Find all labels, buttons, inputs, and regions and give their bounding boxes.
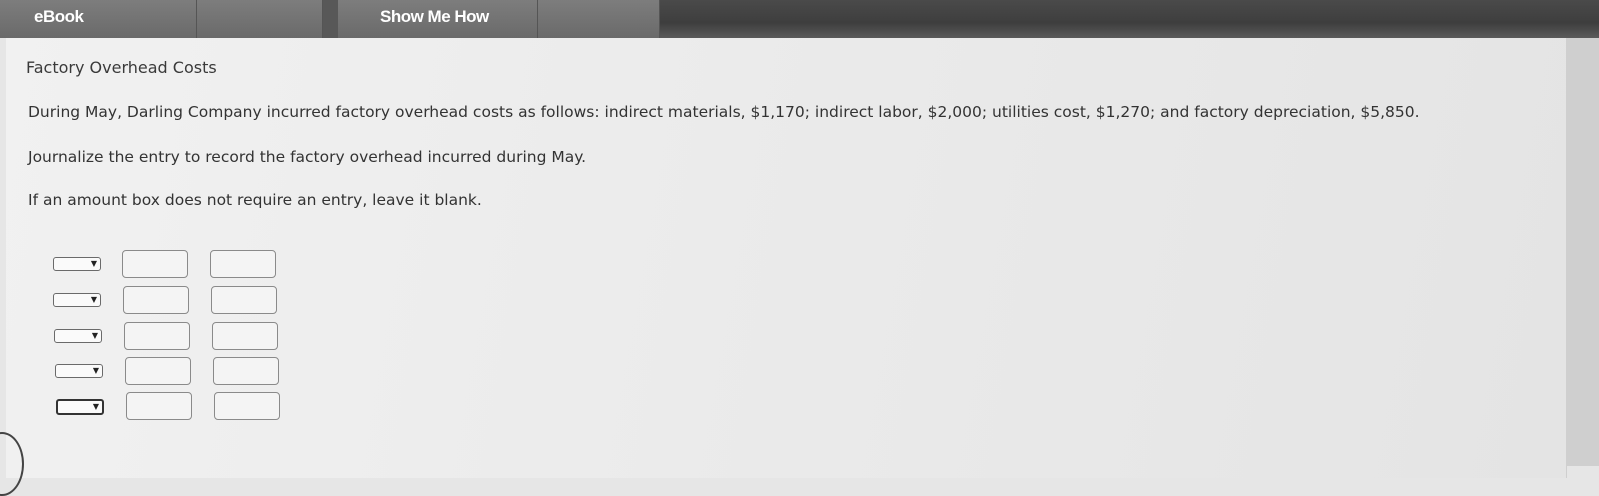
caret-down-icon: ▼ bbox=[92, 402, 99, 411]
credit-input[interactable] bbox=[211, 286, 277, 314]
credit-input[interactable] bbox=[210, 250, 276, 278]
caret-down-icon: ▼ bbox=[92, 366, 99, 375]
tab-divider bbox=[323, 0, 338, 38]
problem-instruction: Journalize the entry to record the facto… bbox=[28, 148, 587, 166]
debit-input[interactable] bbox=[124, 322, 190, 350]
problem-statement: During May, Darling Company incurred fac… bbox=[28, 103, 1420, 121]
credit-input[interactable] bbox=[212, 322, 278, 350]
tab-ebook[interactable]: eBook bbox=[0, 0, 197, 38]
caret-down-icon: ▼ bbox=[90, 259, 97, 268]
problem-panel: Factory Overhead Costs During May, Darli… bbox=[6, 38, 1567, 478]
debit-input[interactable] bbox=[123, 286, 189, 314]
tab-show-me-how[interactable]: Show Me How bbox=[338, 0, 538, 38]
account-dropdown[interactable]: ▼ bbox=[53, 293, 101, 307]
account-dropdown[interactable]: ▼ bbox=[53, 257, 101, 271]
tab-blank[interactable] bbox=[197, 0, 323, 38]
debit-input[interactable] bbox=[125, 357, 191, 385]
debit-input[interactable] bbox=[126, 392, 192, 420]
problem-note: If an amount box does not require an ent… bbox=[28, 191, 482, 209]
problem-title: Factory Overhead Costs bbox=[26, 58, 217, 77]
account-dropdown[interactable]: ▼ bbox=[56, 399, 104, 415]
window-edge bbox=[1567, 38, 1599, 466]
credit-input[interactable] bbox=[214, 392, 280, 420]
account-dropdown[interactable]: ▼ bbox=[54, 329, 102, 343]
tab-blank[interactable] bbox=[538, 0, 660, 38]
caret-down-icon: ▼ bbox=[91, 331, 98, 340]
tab-bar-filler bbox=[660, 0, 1599, 38]
credit-input[interactable] bbox=[213, 357, 279, 385]
debit-input[interactable] bbox=[122, 250, 188, 278]
caret-down-icon: ▼ bbox=[90, 295, 97, 304]
account-dropdown[interactable]: ▼ bbox=[55, 364, 103, 378]
tab-bar: eBook Show Me How bbox=[0, 0, 1599, 38]
